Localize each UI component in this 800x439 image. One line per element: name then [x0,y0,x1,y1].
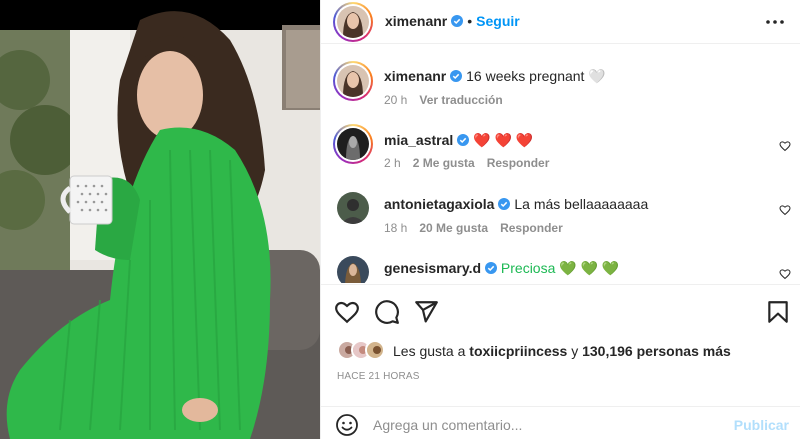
caption: ximenanr 16 weeks pregnant 🤍 20 h Ver tra… [321,61,800,111]
reply-button[interactable]: Responder [487,156,550,170]
comment-row: antonietagaxiola La más bellaaaaaaaa 18 … [321,192,800,238]
comment-row: mia_astral ❤️ ❤️ ❤️ 2 h 2 Me gusta Respond… [321,124,800,174]
caption-username[interactable]: ximenanr [384,68,446,84]
action-bar [321,284,800,338]
liker-avatars [337,340,389,360]
comment-username[interactable]: antonietagaxiola [384,196,494,212]
reply-button[interactable]: Responder [500,221,563,235]
comment-time: 2 h [384,156,401,170]
publish-button[interactable]: Publicar [734,417,789,433]
caption-meta: 20 h Ver traducción [384,93,515,107]
emoji-icon[interactable] [335,413,359,437]
comment-meta: 18 h 20 Me gusta Responder [384,221,575,235]
separator-dot: • [467,13,473,29]
verified-badge-icon [451,15,464,27]
liker-username[interactable]: toxiicpriincess [469,343,567,359]
heart-icon[interactable] [779,140,791,152]
comment-text-line: mia_astral ❤️ ❤️ ❤️ [384,132,533,149]
author-username[interactable]: ximenanr [385,13,447,29]
comment-input[interactable] [373,411,713,439]
verified-badge-icon [498,198,511,210]
likes-middle: y [571,343,579,359]
post-photo[interactable] [0,0,320,439]
comment-avatar[interactable] [333,124,373,164]
comment-composer: Publicar [321,406,800,439]
comment-username[interactable]: genesismary.d [384,260,481,276]
comment-text: Preciosa 💚 💚 💚 [500,260,620,276]
caption-text: 16 weeks pregnant 🤍 [466,68,606,84]
post-image [0,0,320,439]
comment-text: ❤️ ❤️ ❤️ [473,132,534,148]
likes-count[interactable]: 130,196 personas más [582,343,731,359]
comment-avatar[interactable] [337,192,369,224]
comment-likes[interactable]: 2 Me gusta [413,156,475,170]
comment-text-line: genesismary.d Preciosa 💚 💚 💚 [384,260,619,277]
comment-text: La más bellaaaaaaaa [514,196,649,212]
post-timestamp[interactable]: HACE 21 HORAS [337,371,420,382]
liker-avatar[interactable] [365,340,385,360]
comment-row: genesismary.d Preciosa 💚 💚 💚 [321,256,800,283]
caption-time: 20 h [384,93,408,107]
comment-meta: 2 h 2 Me gusta Responder [384,156,561,170]
likes-prefix: Les gusta a [393,343,466,359]
post-panel: ximenanr • Seguir ximenanr 16 weeks pregna… [320,0,800,439]
verified-badge-icon [450,70,463,82]
send-icon[interactable] [413,299,439,325]
verified-badge-icon [457,134,470,146]
heart-icon[interactable] [779,204,791,216]
heart-icon[interactable] [334,299,360,325]
likes-text: Les gusta a toxiicpriincess y 130,196 pe… [393,343,731,359]
header-line: ximenanr • Seguir [385,13,520,29]
caption-text-line: ximenanr 16 weeks pregnant 🤍 [384,68,606,85]
comment-text-line: antonietagaxiola La más bellaaaaaaaa [384,196,648,212]
bookmark-icon[interactable] [765,299,791,325]
verified-badge-icon [485,262,498,274]
post-header: ximenanr • Seguir [321,0,800,44]
follow-button[interactable]: Seguir [476,13,520,29]
comments-list[interactable]: ximenanr 16 weeks pregnant 🤍 20 h Ver tra… [321,45,800,283]
comment-time: 18 h [384,221,408,235]
more-horizontal-icon[interactable] [765,12,785,32]
author-avatar[interactable] [333,2,373,42]
comment-avatar[interactable] [337,256,369,283]
heart-icon[interactable] [779,268,791,280]
comment-username[interactable]: mia_astral [384,132,453,148]
caption-avatar[interactable] [333,61,373,101]
see-translation-link[interactable]: Ver traducción [419,93,502,107]
comment-icon[interactable] [374,299,400,325]
comment-likes[interactable]: 20 Me gusta [419,221,488,235]
